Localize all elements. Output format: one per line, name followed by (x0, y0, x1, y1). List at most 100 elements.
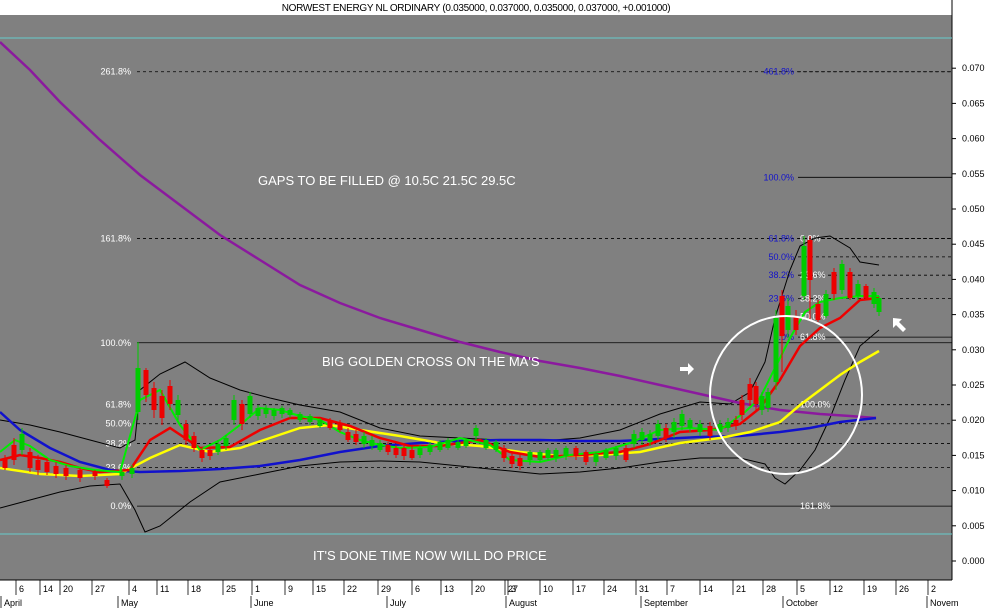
candle-body (361, 436, 367, 444)
candle-body (151, 388, 157, 410)
x-day-label: 25 (226, 584, 236, 594)
y-tick-label: 0.005 (962, 521, 985, 531)
candle-body (671, 422, 677, 432)
fib-right-blue-label: 50.0% (768, 252, 794, 262)
candle-body (807, 240, 813, 280)
x-month-label: May (121, 598, 139, 608)
fib-left-label: 61.8% (105, 400, 131, 410)
candle-body (317, 420, 323, 426)
candle-body (377, 443, 383, 450)
candle-body (785, 306, 791, 330)
candle-body (663, 428, 669, 438)
y-tick-label: 0.050 (962, 204, 985, 214)
y-tick-label: 0.070 (962, 63, 985, 73)
candle-body (647, 434, 653, 442)
x-day-label: 26 (899, 584, 909, 594)
candle-body (455, 442, 461, 448)
x-day-label: 4 (132, 584, 137, 594)
fib-right-blue-label: 461.8% (763, 67, 794, 77)
candle-body (104, 480, 110, 486)
candle-body (307, 416, 313, 422)
fib-left-label: 100.0% (100, 338, 131, 348)
candle-body (135, 368, 141, 412)
candle-body (409, 450, 415, 458)
candle-body (393, 448, 399, 455)
x-day-label: 29 (381, 584, 391, 594)
candle-body (437, 442, 443, 450)
candle-body (759, 396, 765, 410)
candle-body (831, 272, 837, 294)
candle-body (167, 386, 173, 404)
candle-body (631, 434, 637, 444)
y-tick-label: 0.030 (962, 345, 985, 355)
candle-body (473, 428, 479, 436)
x-day-label: 24 (607, 584, 617, 594)
candle-body (143, 370, 149, 395)
fib-left-label: 161.8% (100, 234, 131, 244)
candle-body (725, 422, 731, 428)
candle-body (271, 410, 277, 416)
candle-body (92, 472, 98, 476)
candle-body (876, 298, 882, 312)
candle-body (183, 424, 189, 440)
bottom-axis-panel (0, 580, 994, 608)
x-day-label: 18 (191, 584, 201, 594)
candle-body (801, 246, 807, 296)
candle-body (445, 440, 451, 448)
candle-body (655, 424, 661, 436)
candle-body (687, 420, 693, 428)
x-day-label: 22 (347, 584, 357, 594)
x-day-label: 11 (160, 584, 169, 594)
candle-body (747, 384, 753, 400)
candle-body (337, 423, 343, 430)
candle-body (401, 448, 407, 456)
candle-body (623, 448, 629, 460)
candle-body (2, 458, 8, 468)
x-day-label: 3 (511, 584, 516, 594)
candle-body (63, 468, 69, 476)
x-day-label: 1 (255, 584, 260, 594)
candle-body (847, 272, 853, 298)
annotation-golden-cross: BIG GOLDEN CROSS ON THE MA'S (322, 354, 540, 369)
x-day-label: 2 (931, 584, 936, 594)
candle-body (527, 452, 533, 460)
x-day-label: 20 (475, 584, 485, 594)
x-day-label: 28 (766, 584, 776, 594)
x-day-label: 27 (95, 584, 105, 594)
x-month-label: August (509, 598, 538, 608)
x-day-label: 14 (703, 584, 713, 594)
candle-body (603, 450, 609, 458)
candle-body (697, 424, 703, 432)
candle-body (35, 460, 41, 470)
candle-body (863, 286, 869, 298)
candle-body (493, 442, 499, 450)
candle-body (255, 408, 261, 416)
candle-body (119, 472, 125, 476)
candle-body (707, 426, 713, 436)
y-tick-label: 0.045 (962, 239, 985, 249)
y-tick-label: 0.010 (962, 486, 985, 496)
candle-body (679, 414, 685, 426)
candle-body (417, 448, 423, 455)
chart-title: NORWEST ENERGY NL ORDINARY (0.035000, 0.… (282, 3, 671, 14)
candle-body (369, 440, 375, 446)
fib-left-label: 50.0% (105, 419, 131, 429)
y-tick-label: 0.035 (962, 310, 985, 320)
candle-body (53, 466, 59, 474)
candle-body (793, 316, 799, 330)
y-tick-label: 0.020 (962, 415, 985, 425)
candle-body (159, 396, 165, 418)
candle-body (11, 445, 17, 460)
x-day-label: 31 (639, 584, 649, 594)
candle-body (77, 470, 83, 478)
candle-body (823, 294, 829, 316)
candle-body (593, 454, 599, 462)
candle-body (739, 400, 745, 415)
candle-body (545, 450, 551, 458)
y-tick-label: 0.055 (962, 169, 985, 179)
candle-body (855, 284, 861, 296)
x-day-label: 21 (736, 584, 746, 594)
fib-right-blue-label: 61.8% (768, 234, 794, 244)
candle-body (773, 318, 779, 382)
candle-body (753, 386, 759, 404)
